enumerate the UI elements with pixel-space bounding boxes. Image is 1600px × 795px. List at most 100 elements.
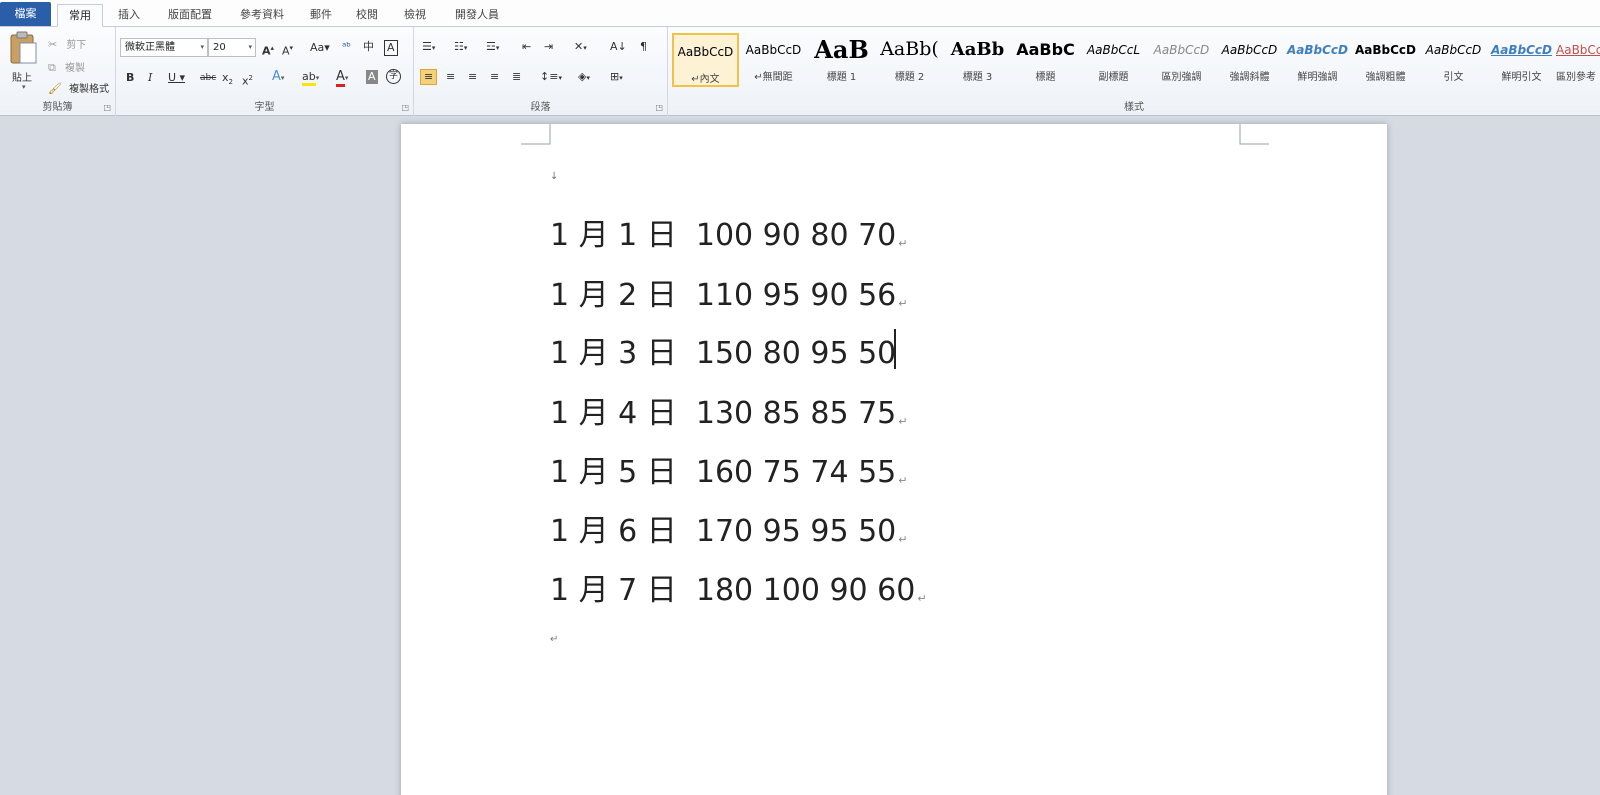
paragraph-mark: ↵ xyxy=(898,533,908,546)
style-heading-2[interactable]: AaBb( 標題 2 xyxy=(876,33,943,87)
subscript-icon[interactable]: x2 xyxy=(222,71,233,89)
paragraph-dialog-launcher-icon[interactable]: ◳ xyxy=(655,103,663,112)
italic-icon[interactable]: I xyxy=(148,71,152,85)
line-spacing-icon[interactable]: ↕≡▾ xyxy=(540,70,562,85)
style-name: 引文 xyxy=(1443,72,1464,83)
character-border-icon[interactable]: A xyxy=(384,40,398,56)
paste-dropdown-icon[interactable]: ▾ xyxy=(22,83,26,91)
tab-developer[interactable]: 開發人員 xyxy=(444,4,510,27)
tab-layout[interactable]: 版面配置 xyxy=(157,4,223,27)
style-sample: AaBbCcD xyxy=(745,43,802,57)
document-paragraph[interactable]: 1 月 3 日 150 80 95 50 xyxy=(550,336,896,372)
phonetic-guide-icon[interactable]: ᵃᵇ xyxy=(342,40,351,54)
style-normal[interactable]: AaBbCcD ↵內文 xyxy=(672,33,739,87)
text-effects-icon[interactable]: A▾ xyxy=(272,70,284,85)
highlight-color-icon[interactable]: ab▾ xyxy=(302,70,319,86)
style-subtle-emphasis[interactable]: AaBbCcD 區別強調 xyxy=(1148,33,1215,87)
paragraph-mark: ↵ xyxy=(898,415,908,428)
margin-corner-mark xyxy=(1239,124,1269,145)
tab-review[interactable]: 校閱 xyxy=(347,4,387,27)
style-name: 強調斜體 xyxy=(1229,72,1270,83)
change-case-icon[interactable]: Aa▾ xyxy=(310,41,330,55)
style-sample: AaBbCcD xyxy=(1425,43,1482,57)
tab-view[interactable]: 檢視 xyxy=(395,4,435,27)
copy-icon: ⧉ xyxy=(48,61,56,74)
font-name-dropdown[interactable]: 微軟正黑體 ▾ xyxy=(120,38,208,57)
strikethrough-icon[interactable]: abc xyxy=(200,71,216,85)
paintbrush-icon: 🖌 xyxy=(48,82,62,95)
style-intense-quote[interactable]: AaBbCcD 鮮明引文 xyxy=(1488,33,1555,87)
underline-icon[interactable]: U ▾ xyxy=(168,71,185,85)
copy-label: 複製 xyxy=(64,63,85,74)
style-sample: AaBbCcD xyxy=(1354,43,1416,57)
style-name: 標題 2 xyxy=(894,72,925,83)
show-marks-icon[interactable]: ¶ xyxy=(640,40,647,54)
tab-insert[interactable]: 插入 xyxy=(108,4,150,27)
paragraph-group: ☰▾ ☷▾ ☲▾ ⇤ ⇥ ✕▾ A↓ ¶ ≡ ≡ ≡ ≡ ≣ ↕≡▾ ◈▾ ⊞▾… xyxy=(414,27,668,116)
font-dialog-launcher-icon[interactable]: ◳ xyxy=(401,103,409,112)
copy-button[interactable]: ⧉ 複製 xyxy=(48,56,85,74)
document-paragraph[interactable]: 1 月 4 日 130 85 85 75 ↵ xyxy=(550,396,907,440)
chinese-layout-icon[interactable]: ✕▾ xyxy=(574,40,587,55)
style-sample: AaBb( xyxy=(880,38,939,60)
style-sample: AaBbCcD xyxy=(1221,43,1278,57)
multilevel-list-icon[interactable]: ☲▾ xyxy=(486,40,499,55)
style-sample: AaB xyxy=(814,35,869,64)
style-title[interactable]: AaBbC 標題 xyxy=(1012,33,1079,87)
increase-indent-icon[interactable]: ⇥ xyxy=(544,40,553,54)
style-heading-3[interactable]: AaBb 標題 3 xyxy=(944,33,1011,87)
style-no-spacing[interactable]: AaBbCcD ↵無間距 xyxy=(740,33,807,87)
format-painter-button[interactable]: 🖌 複製格式 xyxy=(48,77,109,95)
tab-references[interactable]: 參考資料 xyxy=(229,4,295,27)
borders-icon[interactable]: ⊞▾ xyxy=(610,70,623,85)
style-emphasis[interactable]: AaBbCcD 強調斜體 xyxy=(1216,33,1283,87)
paragraph-group-label: 段落 xyxy=(530,102,551,113)
document-paragraph[interactable]: 1 月 6 日 170 95 95 50 ↵ xyxy=(550,514,907,558)
sort-icon[interactable]: A↓ xyxy=(610,40,627,54)
superscript-icon[interactable]: x2 xyxy=(242,71,253,89)
shrink-font-icon[interactable]: A▾ xyxy=(282,41,293,59)
align-left-icon[interactable]: ≡ xyxy=(420,69,438,85)
cut-button[interactable]: ✂ 剪下 xyxy=(48,33,86,51)
paragraph-text: 1 月 7 日 180 100 90 60 xyxy=(550,573,916,608)
bullets-icon[interactable]: ☰▾ xyxy=(422,40,435,55)
font-size-dropdown[interactable]: 20 ▾ xyxy=(208,38,256,57)
style-subtle-reference[interactable]: AaBbCc 區別參考 xyxy=(1556,33,1600,87)
style-name: 副標題 xyxy=(1098,72,1129,83)
style-name: 標題 1 xyxy=(826,72,857,83)
paragraph-mark: ↵ xyxy=(898,297,908,310)
character-border-style-icon[interactable]: 中 xyxy=(363,40,374,54)
tab-home[interactable]: 常用 xyxy=(57,4,103,27)
style-sample: AaBbC xyxy=(1016,40,1075,59)
bold-icon[interactable]: B xyxy=(126,71,134,85)
numbering-icon[interactable]: ☷▾ xyxy=(454,40,467,55)
style-intense-emphasis[interactable]: AaBbCcD 鮮明強調 xyxy=(1284,33,1351,87)
paste-button[interactable]: 貼上 ▾ xyxy=(6,31,40,91)
style-quote[interactable]: AaBbCcD 引文 xyxy=(1420,33,1487,87)
grow-font-icon[interactable]: A▴ xyxy=(262,41,274,59)
clipboard-dialog-launcher-icon[interactable]: ◳ xyxy=(103,103,111,112)
decrease-indent-icon[interactable]: ⇤ xyxy=(522,40,531,54)
document-paragraph[interactable]: 1 月 7 日 180 100 90 60 ↵ xyxy=(550,573,927,617)
style-strong[interactable]: AaBbCcD 強調粗體 xyxy=(1352,33,1419,87)
enclose-characters-icon[interactable]: 字 xyxy=(386,69,401,84)
chevron-down-icon: ▾ xyxy=(248,43,252,51)
character-shading-icon[interactable]: A xyxy=(366,70,378,84)
font-color-icon[interactable]: A▾ xyxy=(336,69,348,87)
justify-icon[interactable]: ≡ xyxy=(490,70,499,84)
style-subtitle[interactable]: AaBbCcL 副標題 xyxy=(1080,33,1147,87)
align-center-icon[interactable]: ≡ xyxy=(446,70,455,84)
text-cursor xyxy=(894,329,896,369)
align-right-icon[interactable]: ≡ xyxy=(468,70,477,84)
document-paragraph[interactable]: 1 月 2 日 110 95 90 56 ↵ xyxy=(550,278,907,322)
document-paragraph[interactable]: 1 月 1 日 100 90 80 70 ↵ xyxy=(550,218,907,262)
document-paragraph[interactable]: 1 月 5 日 160 75 74 55 ↵ xyxy=(550,455,907,499)
ribbon: 貼上 ▾ ✂ 剪下 ⧉ 複製 🖌 複製格式 剪貼簿 ◳ 微軟正黑體 ▾ 20 ▾ A… xyxy=(0,27,1600,116)
tab-mailings[interactable]: 郵件 xyxy=(301,4,341,27)
distributed-icon[interactable]: ≣ xyxy=(512,70,521,84)
style-name: 區別參考 xyxy=(1556,72,1596,83)
clipboard-group-label: 剪貼簿 xyxy=(42,102,73,113)
style-heading-1[interactable]: AaB 標題 1 xyxy=(808,33,875,87)
shading-icon[interactable]: ◈▾ xyxy=(578,70,590,85)
tab-file[interactable]: 檔案 xyxy=(0,2,51,26)
